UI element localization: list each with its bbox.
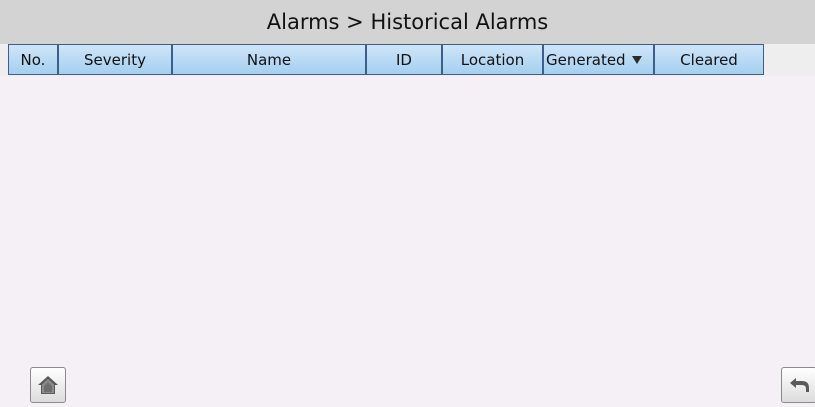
column-header-generated[interactable]: Generated bbox=[543, 44, 654, 75]
column-header-location[interactable]: Location bbox=[442, 44, 543, 75]
column-header-label: ID bbox=[396, 50, 412, 69]
column-header-label: Generated bbox=[546, 50, 626, 69]
column-header-label: Severity bbox=[84, 50, 146, 69]
column-header-cleared[interactable]: Cleared bbox=[654, 44, 764, 75]
page-title: Alarms > Historical Alarms bbox=[266, 10, 549, 34]
alarm-table-body bbox=[0, 76, 815, 366]
home-button[interactable] bbox=[30, 367, 66, 403]
column-header-no[interactable]: No. bbox=[8, 44, 58, 75]
sort-descending-icon bbox=[631, 55, 642, 64]
column-header-label: Location bbox=[460, 50, 525, 69]
column-header-id[interactable]: ID bbox=[366, 44, 442, 75]
back-button[interactable] bbox=[781, 367, 815, 403]
column-header-severity[interactable]: Severity bbox=[58, 44, 172, 75]
column-header-name[interactable]: Name bbox=[172, 44, 366, 75]
column-header-label: Cleared bbox=[680, 50, 738, 69]
back-arrow-icon bbox=[790, 378, 809, 392]
column-header-label: No. bbox=[20, 50, 46, 69]
home-icon bbox=[38, 376, 58, 394]
column-header-label: Name bbox=[246, 50, 292, 69]
